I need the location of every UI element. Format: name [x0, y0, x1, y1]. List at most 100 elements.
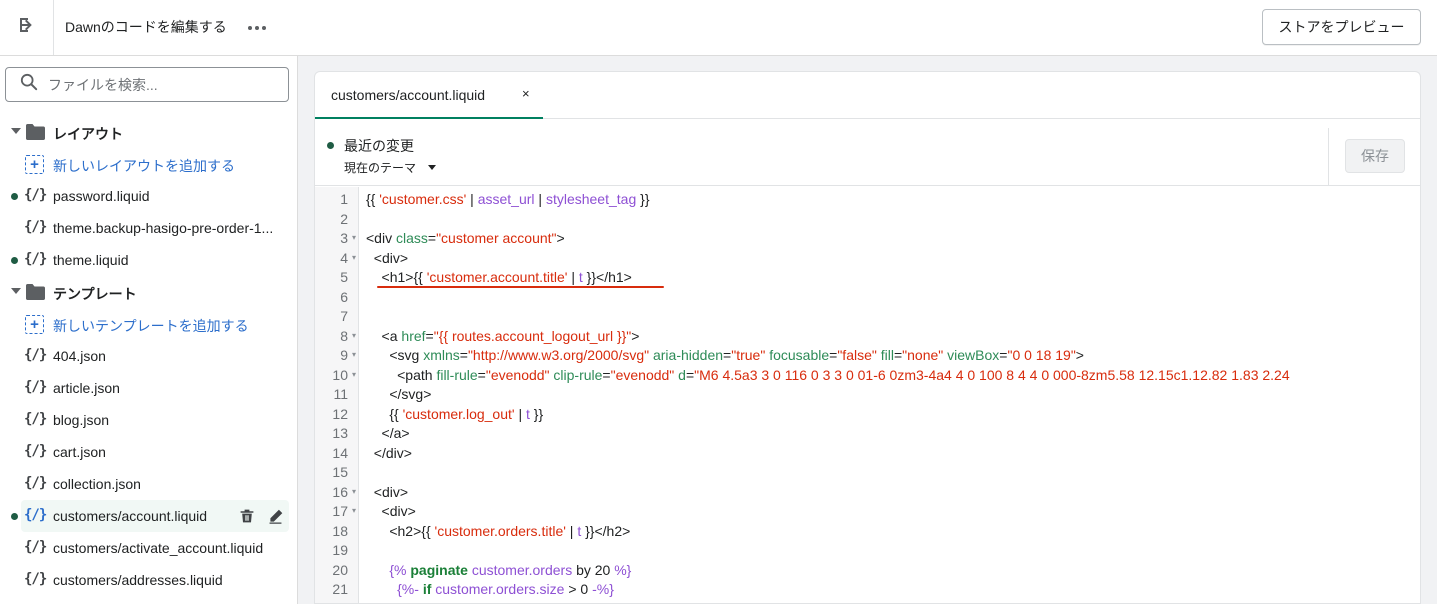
code-text: <h1>{{ 'customer.account.title' | t }}</…	[366, 269, 632, 285]
file-label[interactable]: customers/account.liquid	[53, 508, 223, 524]
file-label[interactable]: collection.json	[53, 476, 289, 492]
pencil-icon[interactable]	[265, 506, 285, 526]
status-dot	[327, 142, 334, 149]
file-actions	[237, 506, 285, 526]
fold-icon[interactable]: ▾	[352, 487, 356, 496]
file-label[interactable]: customers/activate_account.liquid	[53, 540, 289, 556]
close-icon[interactable]: ×	[522, 86, 530, 101]
file-label[interactable]: cart.json	[53, 444, 289, 460]
code-text: <h2>{{ 'customer.orders.title' | t }}</h…	[366, 522, 631, 539]
trash-icon[interactable]	[237, 506, 257, 526]
code-file-icon: {/}	[24, 251, 47, 267]
file-item-theme-backup[interactable]: {/} theme.backup-hasigo-pre-order-1...	[0, 212, 297, 244]
tab-label[interactable]: customers/account.liquid	[331, 87, 485, 103]
chevron-down-icon[interactable]	[11, 288, 21, 294]
file-item-collection[interactable]: {/} collection.json	[0, 468, 297, 500]
code-text: <svg xmlns="http://www.w3.org/2000/svg" …	[366, 347, 1084, 363]
fold-icon[interactable]: ▾	[352, 233, 356, 242]
save-button[interactable]: 保存	[1345, 139, 1405, 173]
more-horizontal-icon	[247, 18, 267, 36]
file-search[interactable]	[5, 67, 289, 102]
file-item-customers-activate[interactable]: {/} customers/activate_account.liquid	[0, 532, 297, 564]
code-line: 21 {%- if customer.orders.size > 0 -%}	[315, 581, 1420, 601]
code-file-icon: {/}	[24, 571, 47, 587]
line-number: 10	[332, 366, 348, 383]
code-text: <a href="{{ routes.account_logout_url }}…	[366, 327, 640, 344]
line-number: 6	[340, 288, 348, 305]
code-text: </a>	[366, 425, 410, 441]
code-line: 4 ▾ <div>	[315, 249, 1420, 270]
file-label[interactable]: blog.json	[53, 412, 289, 428]
fold-icon[interactable]: ▾	[352, 350, 356, 359]
file-label[interactable]: customers/addresses.liquid	[53, 572, 289, 588]
code-line: 16 ▾ <div>	[315, 483, 1420, 504]
code-line: 20 {% paginate customer.orders by 20 %}	[315, 562, 1420, 582]
add-template-link[interactable]: + 新しいテンプレートを追加する	[0, 308, 297, 340]
version-title: 最近の変更	[344, 138, 414, 154]
tab-customers-account[interactable]: customers/account.liquid ×	[315, 72, 543, 119]
file-item-cart[interactable]: {/} cart.json	[0, 436, 297, 468]
fold-icon[interactable]: ▾	[352, 506, 356, 515]
line-number: 9	[340, 347, 348, 363]
file-label[interactable]: password.liquid	[53, 188, 289, 204]
line-number: 11	[333, 386, 348, 402]
line-number: 1	[340, 191, 348, 207]
exit-button[interactable]	[0, 0, 54, 55]
folder-templates[interactable]: テンプレート	[0, 276, 297, 308]
line-number: 5	[340, 269, 348, 285]
code-text: <div>	[366, 249, 409, 266]
page-title: Dawnのコードを編集する	[65, 19, 227, 35]
file-label[interactable]: article.json	[53, 380, 289, 396]
line-number: 4	[340, 249, 348, 266]
code-area[interactable]: 1 {{ 'customer.css' | asset_url | stylesh…	[315, 187, 1420, 603]
file-item-theme[interactable]: {/} theme.liquid	[0, 244, 297, 276]
file-item-customers-addresses[interactable]: {/} customers/addresses.liquid	[0, 564, 297, 596]
modified-dot	[11, 257, 18, 264]
file-label[interactable]: theme.backup-hasigo-pre-order-1...	[53, 220, 289, 236]
fold-icon[interactable]: ▾	[352, 370, 356, 379]
add-layout-label[interactable]: 新しいレイアウトを追加する	[53, 156, 235, 176]
code-file-icon: {/}	[24, 187, 47, 203]
file-label[interactable]: 404.json	[53, 348, 289, 364]
add-layout-link[interactable]: + 新しいレイアウトを追加する	[0, 148, 297, 180]
file-sidebar: レイアウト + 新しいレイアウトを追加する {/} password.liqui…	[0, 56, 298, 604]
file-item-article[interactable]: {/} article.json	[0, 372, 297, 404]
search-input[interactable]	[48, 76, 268, 93]
code-text: <div class="customer account">	[366, 230, 565, 246]
file-item-blog[interactable]: {/} blog.json	[0, 404, 297, 436]
modified-dot	[11, 513, 18, 520]
add-template-label[interactable]: 新しいテンプレートを追加する	[53, 316, 249, 336]
file-label[interactable]: theme.liquid	[53, 252, 289, 268]
chevron-down-icon[interactable]	[11, 128, 21, 134]
code-line: 8 ▾ <a href="{{ routes.account_logout_url…	[315, 327, 1420, 348]
exit-icon	[17, 15, 37, 40]
code-file-icon: {/}	[24, 443, 47, 459]
code-text: <div>	[366, 483, 409, 500]
code-file-icon: {/}	[24, 475, 47, 491]
file-item-customers-account[interactable]: {/} customers/account.liquid	[0, 500, 297, 532]
fold-icon[interactable]: ▾	[352, 253, 356, 262]
preview-store-button[interactable]: ストアをプレビュー	[1262, 9, 1421, 45]
fold-icon[interactable]: ▾	[352, 331, 356, 340]
add-file-icon: +	[25, 155, 44, 174]
folder-icon	[26, 124, 45, 140]
top-bar: Dawnのコードを編集する ストアをプレビュー	[0, 0, 1437, 56]
code-file-icon: {/}	[24, 379, 47, 395]
file-item-404[interactable]: {/} 404.json	[0, 340, 297, 372]
version-select-value[interactable]: 現在のテーマ	[344, 159, 416, 176]
version-select[interactable]: 現在のテーマ	[344, 159, 437, 176]
code-line: 2	[315, 211, 1420, 231]
code-line: 1 {{ 'customer.css' | asset_url | stylesh…	[315, 191, 1420, 211]
line-number: 14	[332, 444, 348, 461]
more-actions-button[interactable]	[244, 15, 270, 39]
save-area: 保存	[1328, 128, 1420, 186]
code-line: 17 ▾ <div>	[315, 503, 1420, 523]
folder-layout[interactable]: レイアウト	[0, 116, 297, 148]
code-line: 14 </div>	[315, 444, 1420, 465]
folder-icon	[26, 284, 45, 300]
line-number: 21	[332, 581, 348, 597]
code-line: 15	[315, 464, 1420, 484]
code-editor-panel: customers/account.liquid × 最近の変更 現在のテーマ …	[314, 71, 1421, 604]
code-text: </svg>	[366, 386, 432, 402]
file-item-password[interactable]: {/} password.liquid	[0, 180, 297, 212]
